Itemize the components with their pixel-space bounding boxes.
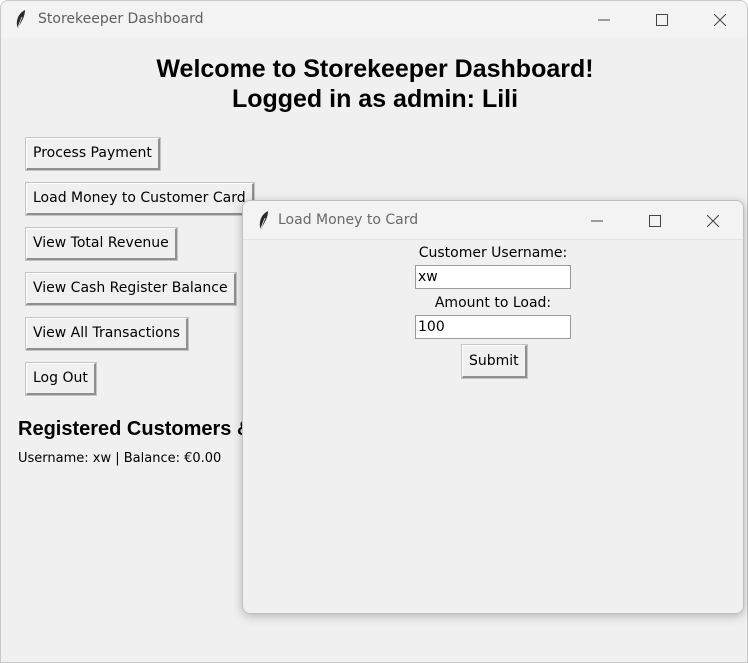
feather-icon	[259, 211, 268, 229]
minimize-button[interactable]	[575, 1, 633, 38]
view-cash-register-balance-button[interactable]: View Cash Register Balance	[25, 272, 237, 306]
log-out-button[interactable]: Log Out	[25, 362, 97, 396]
dialog-minimize-button[interactable]	[568, 201, 626, 240]
main-titlebar[interactable]: Storekeeper Dashboard	[1, 1, 747, 38]
maximize-button[interactable]	[633, 1, 691, 38]
minimize-icon	[598, 19, 610, 20]
dialog-close-button[interactable]	[684, 201, 742, 240]
dialog-title: Load Money to Card	[278, 212, 419, 228]
logged-in-heading: Logged in as admin: Lili	[231, 85, 519, 113]
view-all-transactions-button[interactable]: View All Transactions	[25, 317, 189, 351]
dialog-titlebar[interactable]: Load Money to Card	[243, 201, 743, 240]
amount-to-load-label: Amount to Load:	[434, 295, 552, 311]
close-icon	[707, 214, 719, 227]
load-money-button[interactable]: Load Money to Customer Card	[25, 182, 255, 216]
view-total-revenue-button[interactable]: View Total Revenue	[25, 227, 178, 261]
welcome-heading: Welcome to Storekeeper Dashboard!	[156, 55, 594, 83]
submit-button[interactable]: Submit	[461, 344, 528, 379]
close-button[interactable]	[691, 1, 747, 38]
maximize-icon	[649, 214, 661, 227]
process-payment-button[interactable]: Process Payment	[25, 137, 161, 171]
amount-to-load-input[interactable]	[415, 315, 571, 339]
close-icon	[714, 13, 726, 26]
main-window-title: Storekeeper Dashboard	[38, 11, 204, 27]
registered-customers-title: Registered Customers &	[18, 418, 252, 440]
customer-username-label: Customer Username:	[418, 245, 568, 261]
customer-list-item: Username: xw | Balance: €0.00	[18, 451, 222, 466]
minimize-icon	[591, 220, 603, 221]
maximize-icon	[656, 13, 668, 26]
dialog-maximize-button[interactable]	[626, 201, 684, 240]
feather-icon	[16, 10, 25, 28]
load-money-dialog: Load Money to Card Customer Username: Am…	[242, 200, 744, 614]
customer-username-input[interactable]	[415, 265, 571, 289]
